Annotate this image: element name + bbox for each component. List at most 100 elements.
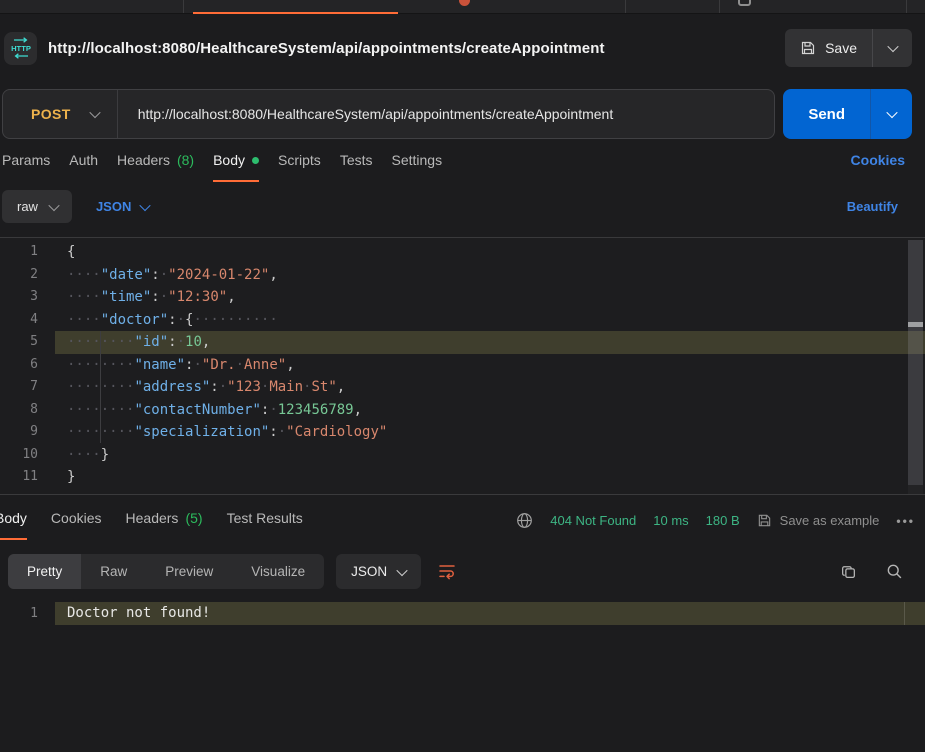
code-line-4[interactable]: 4····"doctor":·{·········· (0, 309, 925, 332)
code-line-8[interactable]: 8········"contactNumber":·123456789, (0, 399, 925, 422)
line-number: 1 (0, 241, 55, 264)
url-input[interactable]: http://localhost:8080/HealthcareSystem/a… (118, 106, 614, 122)
save-options-button[interactable] (872, 29, 912, 67)
view-visualize[interactable]: Visualize (232, 554, 324, 589)
floppy-disk-icon (800, 40, 816, 56)
response-tab-body[interactable]: Body (0, 510, 27, 540)
line-number: 10 (0, 444, 55, 467)
line-content: ········"address":·"123·Main·St", (55, 376, 925, 399)
language-select[interactable]: JSON (96, 199, 149, 214)
view-preview[interactable]: Preview (146, 554, 232, 589)
request-title: http://localhost:8080/HealthcareSystem/a… (48, 40, 605, 57)
response-body-viewer[interactable]: 1Doctor not found! (0, 602, 925, 625)
request-tabs: Params Auth Headers (8) Body Scripts Tests Sett… (2, 152, 442, 182)
search-button[interactable] (886, 563, 903, 580)
code-line-1[interactable]: 1{ (0, 241, 925, 264)
scrollbar-track[interactable] (908, 240, 923, 486)
wrap-text-button[interactable] (438, 563, 456, 580)
code-line-7[interactable]: 7········"address":·"123·Main·St", (0, 376, 925, 399)
cookies-link[interactable]: Cookies (851, 152, 905, 168)
tab-headers[interactable]: Headers (8) (117, 152, 194, 182)
line-number: 11 (0, 466, 55, 489)
body-type-label: raw (17, 199, 38, 214)
line-number: 6 (0, 354, 55, 377)
chevron-down-icon (887, 41, 898, 52)
response-time: 10 ms (653, 513, 688, 528)
tab-label: Tests (340, 152, 373, 168)
tab-mini-icon (738, 0, 751, 6)
code-line-6[interactable]: 6········"name":·"Dr.·Anne", (0, 354, 925, 377)
chevron-down-icon (89, 107, 100, 118)
tab-label: Test Results (227, 510, 303, 526)
send-button[interactable]: Send (783, 89, 870, 139)
response-language-label: JSON (351, 564, 387, 579)
active-tab-underline (193, 12, 398, 14)
response-panel: BodyCookiesHeaders(5)Test Results 404 No… (0, 494, 925, 625)
response-tab-cookies[interactable]: Cookies (51, 510, 102, 540)
more-actions-button[interactable]: ••• (896, 514, 915, 528)
code-line-11[interactable]: 11} (0, 466, 925, 489)
tab-divider (906, 0, 907, 13)
save-as-example-button[interactable]: Save as example (757, 513, 880, 528)
response-language-select[interactable]: JSON (336, 554, 421, 589)
response-tab-test-results[interactable]: Test Results (227, 510, 303, 540)
request-header: HTTP http://localhost:8080/HealthcareSys… (0, 14, 925, 67)
tab-label: Body (213, 152, 245, 168)
code-line-3[interactable]: 3····"time":·"12:30", (0, 286, 925, 309)
line-content: ····} (55, 444, 925, 467)
url-box: POST http://localhost:8080/HealthcareSys… (2, 89, 775, 139)
copy-button[interactable] (840, 563, 857, 580)
text-wrap-icon (438, 563, 456, 580)
method-label: POST (31, 106, 71, 122)
response-tabs: Body Cookies Headers(5) Test Results (0, 510, 303, 540)
tab-tests[interactable]: Tests (340, 152, 373, 182)
line-content: ········"contactNumber":·123456789, (55, 399, 925, 422)
line-number: 8 (0, 399, 55, 422)
line-number: 4 (0, 309, 55, 332)
code-line-5[interactable]: 5········"id":·10, (0, 331, 925, 354)
code-line-2[interactable]: 2····"date":·"2024-01-22", (0, 264, 925, 287)
modified-dot-icon (252, 157, 259, 164)
tab-settings[interactable]: Settings (392, 152, 443, 182)
response-right-icons (840, 563, 903, 580)
chevron-down-icon (886, 107, 897, 118)
save-label: Save (825, 40, 857, 56)
request-tabs-row: Params Auth Headers (8) Body Scripts Tests Sett… (0, 139, 925, 182)
beautify-link[interactable]: Beautify (847, 199, 898, 214)
tab-auth[interactable]: Auth (69, 152, 98, 182)
language-label: JSON (96, 199, 131, 214)
line-content: } (55, 466, 925, 489)
code-line-9[interactable]: 9········"specialization":·"Cardiology" (0, 421, 925, 444)
tab-count: (8) (177, 152, 194, 168)
body-type-select[interactable]: raw (2, 190, 72, 223)
globe-icon (516, 512, 533, 529)
code-line-10[interactable]: 10····} (0, 444, 925, 467)
indent-guide (100, 331, 101, 443)
view-pretty[interactable]: Pretty (8, 554, 81, 589)
save-button[interactable]: Save (785, 29, 872, 67)
app-tab-bar[interactable] (0, 0, 925, 14)
view-raw[interactable]: Raw (81, 554, 146, 589)
line-number: 1 (0, 602, 55, 625)
tab-body[interactable]: Body (213, 152, 259, 182)
method-select[interactable]: POST (3, 90, 117, 138)
line-number: 3 (0, 286, 55, 309)
tab-label: Body (0, 510, 27, 526)
scrollbar-thumb[interactable] (908, 322, 923, 327)
line-number: 9 (0, 421, 55, 444)
tab-params[interactable]: Params (2, 152, 50, 182)
response-controls: PrettyRawPreviewVisualize JSON (0, 540, 925, 602)
response-tab-headers[interactable]: Headers(5) (126, 510, 203, 540)
line-number: 7 (0, 376, 55, 399)
line-content: ····"date":·"2024-01-22", (55, 264, 925, 287)
request-body-editor[interactable]: 1{2····"date":·"2024-01-22",3····"time":… (0, 237, 925, 494)
floppy-disk-icon (757, 513, 772, 528)
send-split-button: Send (783, 89, 912, 139)
code-line-1[interactable]: 1Doctor not found! (0, 602, 925, 625)
http-request-icon: HTTP (4, 32, 37, 65)
send-options-button[interactable] (870, 89, 912, 139)
tab-scripts[interactable]: Scripts (278, 152, 321, 182)
tab-label: Headers (117, 152, 170, 168)
chevron-down-icon (396, 564, 407, 575)
line-content: Doctor not found! (55, 602, 925, 625)
